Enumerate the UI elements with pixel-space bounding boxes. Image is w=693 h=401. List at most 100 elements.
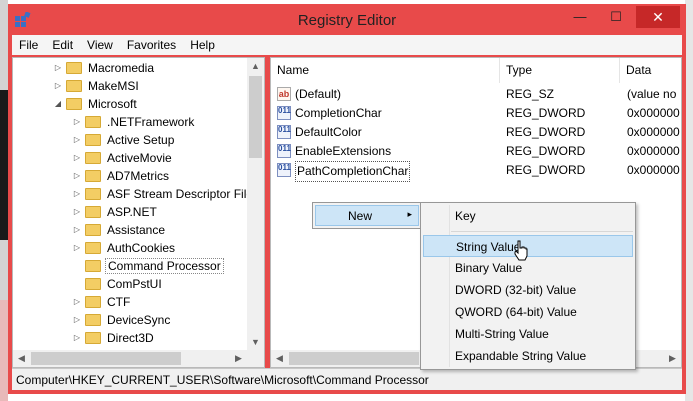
open-folder-icon	[85, 259, 101, 272]
expand-arrow-icon[interactable]: ▷	[72, 113, 82, 131]
submenu-item-key[interactable]: Key	[423, 205, 633, 227]
value-data: 0x000000	[627, 163, 680, 177]
scroll-thumb[interactable]	[289, 352, 419, 365]
value-data: (value no	[627, 87, 677, 101]
tree-item-makemsi[interactable]: ▷ MakeMSI	[53, 77, 141, 95]
expand-arrow-icon[interactable]: ▷	[72, 185, 82, 203]
expand-arrow-icon[interactable]: ▷	[72, 311, 82, 329]
menu-separator	[451, 231, 633, 232]
title-bar[interactable]: Registry Editor — ☐ ✕	[8, 4, 686, 35]
scroll-thumb[interactable]	[31, 352, 181, 365]
folder-icon	[85, 331, 101, 344]
value-data: 0x000000	[627, 144, 680, 158]
menu-favorites[interactable]: Favorites	[120, 35, 183, 52]
folder-icon	[66, 79, 82, 92]
value-name: CompletionChar	[295, 106, 382, 120]
value-name: EnableExtensions	[295, 144, 392, 158]
minimize-button[interactable]: —	[566, 6, 594, 28]
tree-horizontal-scrollbar[interactable]: ◀ ▶	[13, 350, 264, 367]
close-button[interactable]: ✕	[636, 6, 680, 28]
folder-icon	[85, 295, 101, 308]
context-menu: New ▸	[312, 202, 422, 229]
menu-file[interactable]: File	[12, 35, 45, 52]
value-name: DefaultColor	[295, 125, 362, 139]
collapse-arrow-icon[interactable]: ◢	[53, 95, 63, 113]
background-window-fragment	[0, 90, 8, 240]
tree-item-active-setup[interactable]: ▷ Active Setup	[72, 131, 176, 149]
tree-item-assistance[interactable]: ▷ Assistance	[72, 221, 167, 239]
expand-arrow-icon[interactable]: ▷	[72, 149, 82, 167]
expand-arrow-icon[interactable]: ▷	[72, 329, 82, 347]
expand-arrow-icon[interactable]: ▷	[72, 221, 82, 239]
expand-arrow-icon[interactable]: ▷	[53, 77, 63, 95]
registry-key-tree[interactable]: ▷ Macromedia ▷ MakeMSI ◢ Microsoft ▷ .NETFra…	[12, 57, 265, 368]
mouse-pointer-icon	[514, 240, 528, 261]
status-bar-path: Computer\HKEY_CURRENT_USER\Software\Micr…	[12, 368, 682, 390]
tree-item-direct3d[interactable]: ▷ Direct3D	[72, 329, 156, 347]
value-row[interactable]: 011 CompletionChar REG_DWORD 0x000000	[271, 104, 681, 123]
submenu-arrow-icon: ▸	[407, 209, 412, 219]
column-header-type[interactable]: Type	[500, 58, 620, 83]
folder-icon	[85, 241, 101, 254]
submenu-item-qword-value[interactable]: QWORD (64-bit) Value	[423, 301, 633, 323]
scroll-right-arrow-icon[interactable]: ▶	[230, 350, 247, 367]
value-type: REG_DWORD	[506, 106, 586, 120]
context-menu-new[interactable]: New ▸	[315, 205, 419, 226]
menu-edit[interactable]: Edit	[45, 35, 80, 52]
new-submenu: Key String Value Binary Value DWORD (32-…	[420, 202, 636, 370]
tree-item-command-processor[interactable]: Command Processor	[72, 257, 224, 275]
value-type: REG_DWORD	[506, 125, 586, 139]
column-header-data[interactable]: Data	[620, 58, 681, 83]
scroll-right-arrow-icon[interactable]: ▶	[664, 350, 681, 367]
tree-item-ad7metrics[interactable]: ▷ AD7Metrics	[72, 167, 171, 185]
tree-item-macromedia[interactable]: ▷ Macromedia	[53, 59, 156, 77]
submenu-item-expandable-string-value[interactable]: Expandable String Value	[423, 345, 633, 367]
expand-arrow-icon[interactable]: ▷	[72, 239, 82, 257]
tree-item-compstui[interactable]: ComPstUI	[72, 275, 164, 293]
tree-item-asf-stream-descriptor-file[interactable]: ▷ ASF Stream Descriptor File	[72, 185, 255, 203]
scroll-down-arrow-icon[interactable]: ▼	[247, 334, 264, 351]
scroll-up-arrow-icon[interactable]: ▲	[247, 58, 264, 75]
tree-item-authcookies[interactable]: ▷ AuthCookies	[72, 239, 177, 257]
folder-icon	[85, 187, 101, 200]
tree-item-devicesync[interactable]: ▷ DeviceSync	[72, 311, 172, 329]
binary-value-icon: 011	[277, 163, 291, 177]
value-name: (Default)	[295, 87, 342, 101]
value-row[interactable]: 011 PathCompletionChar REG_DWORD 0x00000…	[271, 161, 681, 182]
tree-item-netframework[interactable]: ▷ .NETFramework	[72, 113, 196, 131]
scroll-left-arrow-icon[interactable]: ◀	[13, 350, 30, 367]
expand-arrow-icon[interactable]: ▷	[72, 293, 82, 311]
menu-view[interactable]: View	[80, 35, 120, 52]
scroll-thumb[interactable]	[249, 76, 262, 158]
string-value-icon: ab	[277, 87, 291, 101]
submenu-item-dword-value[interactable]: DWORD (32-bit) Value	[423, 279, 633, 301]
value-name: PathCompletionChar	[295, 161, 411, 182]
folder-icon	[85, 169, 101, 182]
tree-item-ctf[interactable]: ▷ CTF	[72, 293, 132, 311]
scroll-left-arrow-icon[interactable]: ◀	[271, 350, 288, 367]
tree-item-activemovie[interactable]: ▷ ActiveMovie	[72, 149, 174, 167]
expand-arrow-icon[interactable]: ▷	[53, 59, 63, 77]
value-row[interactable]: 011 DefaultColor REG_DWORD 0x000000	[271, 123, 681, 142]
open-folder-icon	[66, 97, 82, 110]
background-desktop-left	[0, 0, 8, 401]
value-row[interactable]: ab (Default) REG_SZ (value no	[271, 85, 681, 104]
value-row[interactable]: 011 EnableExtensions REG_DWORD 0x000000	[271, 142, 681, 161]
expand-arrow-icon[interactable]: ▷	[72, 131, 82, 149]
column-header-name[interactable]: Name	[271, 58, 500, 83]
folder-icon	[85, 115, 101, 128]
expand-arrow-icon[interactable]: ▷	[72, 203, 82, 221]
tree-item-microsoft[interactable]: ◢ Microsoft	[53, 95, 139, 113]
menu-help[interactable]: Help	[183, 35, 222, 52]
submenu-item-multi-string-value[interactable]: Multi-String Value	[423, 323, 633, 345]
folder-icon	[85, 277, 101, 290]
folder-icon	[85, 151, 101, 164]
folder-icon	[85, 313, 101, 326]
expand-arrow-icon[interactable]: ▷	[72, 167, 82, 185]
maximize-button[interactable]: ☐	[602, 6, 630, 28]
binary-value-icon: 011	[277, 125, 291, 139]
folder-icon	[85, 133, 101, 146]
value-data: 0x000000	[627, 125, 680, 139]
tree-item-asp-net[interactable]: ▷ ASP.NET	[72, 203, 159, 221]
tree-vertical-scrollbar[interactable]: ▲ ▼	[247, 58, 264, 351]
